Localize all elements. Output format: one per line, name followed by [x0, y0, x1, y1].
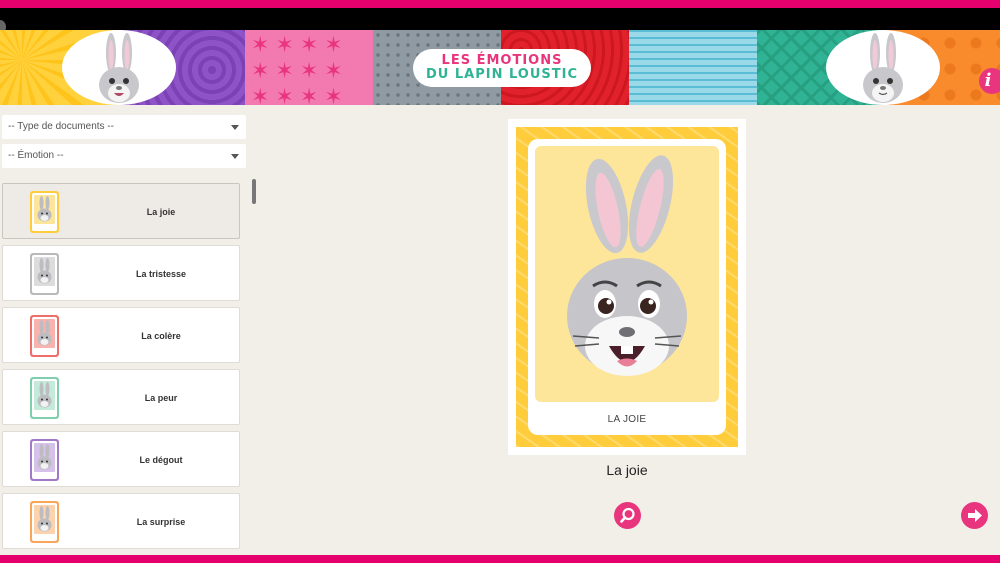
- emotion-card-preview: LA JOIE: [508, 119, 746, 455]
- next-button[interactable]: [961, 502, 988, 529]
- emotion-label: La peur: [144, 393, 178, 403]
- card-thumbnail: [30, 501, 59, 543]
- caret-down-icon: [231, 125, 239, 130]
- header-banner: ✶✶✶✶✶✶✶✶✶✶✶✶ LES ÉMOTIONS DU LAPIN LOUST…: [0, 30, 1000, 105]
- logo-line-1: LES ÉMOTIONS: [441, 53, 563, 68]
- bunny-icon: [37, 444, 52, 470]
- list-scrollbar[interactable]: [252, 179, 256, 204]
- caret-down-icon: [231, 154, 239, 159]
- magnifier-icon: [620, 507, 635, 523]
- card-thumbnail: [30, 439, 59, 481]
- bunny-icon: [37, 196, 52, 222]
- emotion-list-item[interactable]: La tristesse: [2, 245, 240, 301]
- emotion-label: La tristesse: [135, 269, 187, 279]
- card-illustration: [535, 146, 719, 402]
- bunny-icon: [863, 33, 903, 103]
- arrow-right-icon: [968, 509, 982, 522]
- emotion-label: La colère: [141, 331, 181, 341]
- document-type-select[interactable]: -- Type de documents --: [2, 115, 246, 139]
- card-thumbnail: [30, 191, 59, 233]
- top-accent-bar: [0, 0, 1000, 8]
- bunny-icon: [37, 258, 52, 284]
- bunny-icon: [37, 382, 52, 408]
- emotion-label: La joie: [146, 207, 176, 217]
- zoom-button[interactable]: [614, 502, 641, 529]
- card-caption: LA JOIE: [607, 414, 647, 425]
- emotion-list-item[interactable]: La peur: [2, 369, 240, 425]
- banner-mascot-right: [826, 30, 940, 105]
- emotion-list-item[interactable]: La surprise: [2, 493, 240, 549]
- emotion-select[interactable]: -- Émotion --: [2, 144, 246, 168]
- emotion-label: Le dégout: [139, 455, 183, 465]
- emotion-list-item[interactable]: La colère: [2, 307, 240, 363]
- info-icon[interactable]: i: [979, 68, 1000, 94]
- card-frame: LA JOIE: [516, 127, 738, 447]
- bunny-icon: [37, 506, 52, 532]
- card-thumbnail: [30, 315, 59, 357]
- happy-bunny-icon: [567, 155, 687, 376]
- emotion-label: La surprise: [136, 517, 186, 527]
- logo-line-2: DU LAPIN LOUSTIC: [425, 67, 579, 82]
- card-inner: LA JOIE: [528, 139, 726, 435]
- document-title: La joie: [606, 462, 648, 478]
- bottom-accent-bar: [0, 555, 1000, 563]
- document-type-value: -- Type de documents --: [8, 121, 114, 132]
- emotion-value: -- Émotion --: [8, 150, 64, 161]
- card-thumbnail: [30, 377, 59, 419]
- banner-mascot-left: [62, 30, 176, 105]
- app-logo[interactable]: LES ÉMOTIONS DU LAPIN LOUSTIC: [413, 49, 591, 87]
- bunny-icon: [37, 320, 52, 346]
- emotion-list-item[interactable]: Le dégout: [2, 431, 240, 487]
- banner-panel-pink: ✶✶✶✶✶✶✶✶✶✶✶✶: [245, 30, 373, 105]
- top-black-bar: [0, 8, 1000, 34]
- card-thumbnail: [30, 253, 59, 295]
- banner-panel-blue: [629, 30, 757, 105]
- bunny-icon: [99, 33, 139, 103]
- emotion-list-item[interactable]: La joie: [2, 183, 240, 239]
